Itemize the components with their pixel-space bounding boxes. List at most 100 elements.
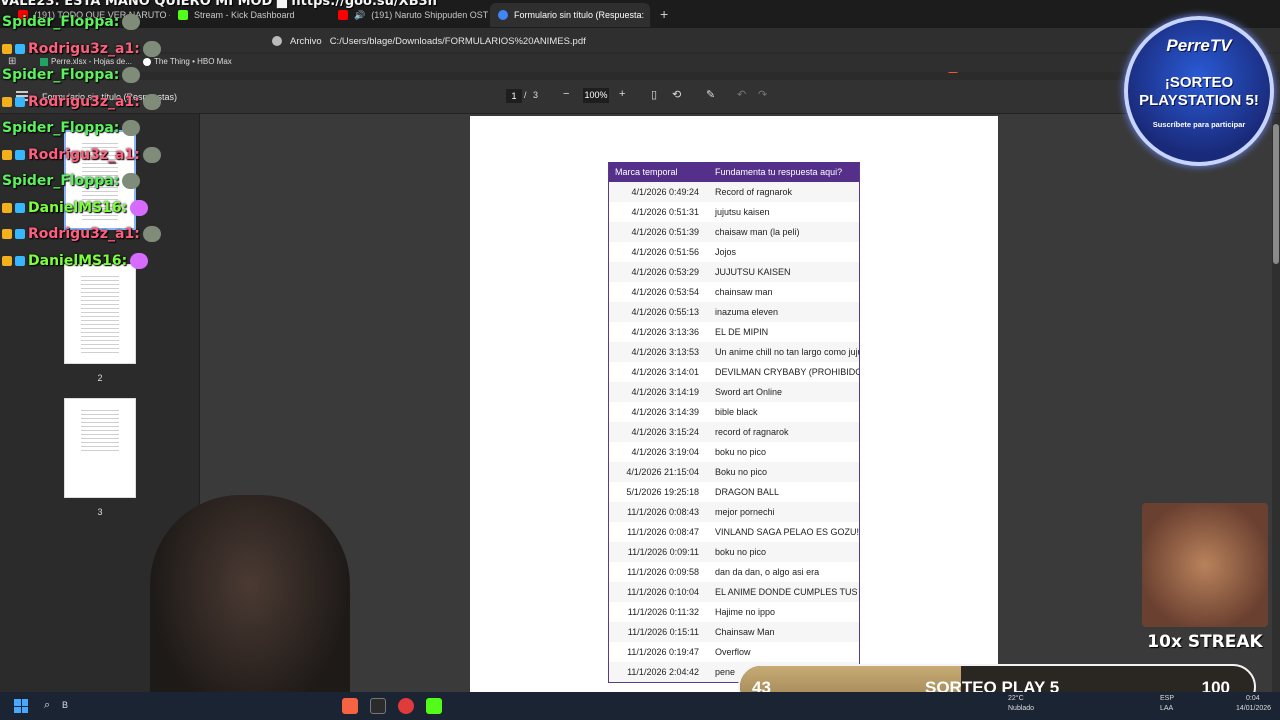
chat-message: Spider_Floppa:: [2, 14, 141, 30]
pdf-viewport[interactable]: Marca temporal Fundamenta tu respuesta a…: [200, 114, 1272, 720]
chat-username[interactable]: Rodrigu3z_a1:: [28, 94, 140, 110]
bookmark-hbo-max[interactable]: The Thing • HBO Max: [143, 57, 232, 66]
info-icon[interactable]: [272, 36, 282, 46]
pdf-page: Marca temporal Fundamenta tu respuesta a…: [470, 116, 998, 720]
timestamp-cell: 4/1/2026 3:14:39: [631, 407, 699, 417]
search-icon[interactable]: ⌕: [44, 699, 50, 712]
page-total: 3: [533, 90, 539, 100]
answer-cell: chaisaw man (la peli): [715, 227, 800, 237]
answer-cell: Record of ragnarok: [715, 187, 793, 197]
windows-start-icon[interactable]: [14, 699, 28, 713]
table-row: 5/1/2026 19:25:18 DRAGON BALL: [609, 482, 859, 502]
page-thumbnail-3[interactable]: [64, 398, 136, 498]
zoom-out-icon[interactable]: −: [563, 88, 569, 100]
chat-message: Rodrigu3z_a1:: [2, 226, 161, 242]
table-row: 11/1/2026 0:08:43 mejor pornechi: [609, 502, 859, 522]
new-tab-icon[interactable]: +: [660, 6, 668, 22]
timestamp-cell: 5/1/2026 19:25:18: [626, 487, 699, 497]
bookmark-perre-xlsx[interactable]: Perre.xlsx - Hojas de...: [40, 57, 132, 66]
page-number-input[interactable]: 1: [506, 89, 522, 103]
timestamp-cell: 4/1/2026 3:13:53: [631, 347, 699, 357]
apps-grid-icon[interactable]: ⊞: [8, 56, 16, 67]
scrollbar[interactable]: [1272, 114, 1280, 720]
bookmark-label: The Thing • HBO Max: [154, 57, 232, 66]
page-thumbnail-2[interactable]: [64, 264, 136, 364]
brave-icon[interactable]: [342, 698, 358, 714]
table-row: 4/1/2026 21:15:04 Boku no pico: [609, 462, 859, 482]
column-header: Fundamenta tu respuesta aqui?: [715, 167, 843, 177]
promo-title-line: ¡SORTEO: [1164, 74, 1234, 91]
table-row: 4/1/2026 3:14:19 Sword art Online: [609, 382, 859, 402]
bookmark-label: Perre.xlsx - Hojas de...: [51, 57, 132, 66]
emote-icon: [122, 173, 141, 189]
timestamp-cell: 4/1/2026 0:51:56: [631, 247, 699, 257]
promo-title-line: PLAYSTATION 5!: [1139, 92, 1259, 109]
address-bar[interactable]: Archivo C:/Users/blage/Downloads/FORMULA…: [272, 32, 586, 50]
chat-username[interactable]: Spider_Floppa:: [2, 173, 119, 189]
kick-app-icon[interactable]: [426, 698, 442, 714]
tab-label: Stream - Kick Dashboard: [194, 10, 295, 20]
address-url[interactable]: C:/Users/blage/Downloads/FORMULARIOS%20A…: [330, 36, 586, 47]
emote-icon: [122, 120, 141, 136]
rotate-icon[interactable]: ⟲: [672, 88, 681, 101]
table-row: 4/1/2026 0:51:39 chaisaw man (la peli): [609, 222, 859, 242]
subscriber-badge-icon: [15, 96, 25, 107]
obs-icon[interactable]: [398, 698, 414, 714]
undo-icon[interactable]: ↶: [737, 88, 746, 101]
chat-username[interactable]: Rodrigu3z_a1:: [28, 147, 140, 163]
table-row: 4/1/2026 0:51:56 Jojos: [609, 242, 859, 262]
timestamp-cell: 11/1/2026 0:11:32: [627, 607, 699, 617]
answer-cell: inazuma eleven: [715, 307, 779, 317]
table-row: 4/1/2026 0:49:24 Record of ragnarok: [609, 182, 859, 202]
zoom-in-icon[interactable]: +: [619, 88, 625, 100]
table-body: 4/1/2026 0:49:24 Record of ragnarok 4/1/20…: [609, 182, 859, 682]
timestamp-cell: 4/1/2026 3:19:04: [631, 447, 699, 457]
keyboard-layout[interactable]: LAA: [1160, 705, 1173, 712]
timestamp-cell: 11/1/2026 0:09:11: [627, 547, 699, 557]
address-bar-row: ⎍ Archivo C:/Users/blage/Downloads/FORMU…: [0, 28, 1280, 75]
clock-time[interactable]: 0:04: [1246, 695, 1260, 702]
chat-username[interactable]: DanielMS16:: [28, 200, 127, 216]
subscriber-badge-icon: [15, 229, 25, 239]
table-row: 11/1/2026 0:09:58 dan da dan, o algo asi …: [609, 562, 859, 582]
answer-cell: chainsaw man: [715, 287, 773, 297]
sheets-icon: [40, 57, 48, 66]
table-row: 11/1/2026 0:10:04 EL ANIME DONDE CUMPLES …: [609, 582, 859, 602]
hbo-icon: [143, 57, 151, 66]
table-row: 11/1/2026 0:15:11 Chainsaw Man: [609, 622, 859, 642]
annotate-icon[interactable]: ✎: [706, 88, 715, 101]
thumbnail-label: 2: [97, 373, 103, 383]
chat-username[interactable]: DanielMS16:: [28, 253, 127, 269]
answer-cell: JUJUTSU KAISEN: [715, 267, 791, 277]
crown-badge-icon: [2, 202, 12, 213]
tab-formulario-pdf[interactable]: Formulario sin título (Respuesta: ×: [490, 3, 650, 27]
fit-page-icon[interactable]: ▯: [651, 88, 657, 101]
column-header: Marca temporal: [615, 167, 678, 177]
language-indicator[interactable]: ESP: [1160, 695, 1174, 702]
chat-username[interactable]: Spider_Floppa:: [2, 67, 119, 83]
terminal-icon[interactable]: [370, 698, 386, 714]
speaker-icon: 🔊: [354, 9, 366, 20]
chat-username[interactable]: Spider_Floppa:: [2, 14, 119, 30]
answer-cell: bible black: [715, 407, 758, 417]
answer-cell: dan da dan, o algo asi era: [715, 567, 820, 577]
answer-cell: boku no pico: [715, 547, 767, 557]
screen: (191) TODO QUE VER NARUTO - You Stream -…: [0, 0, 1280, 720]
answer-cell: mejor pornechi: [715, 507, 775, 517]
chat-username[interactable]: Rodrigu3z_a1:: [28, 41, 140, 57]
redo-icon[interactable]: ↷: [758, 88, 767, 101]
chat-username[interactable]: Spider_Floppa:: [2, 120, 119, 136]
table-header: Marca temporal Fundamenta tu respuesta a…: [609, 162, 859, 182]
answer-cell: VINLAND SAGA PELAO ES GOZU!!!!!!!: [715, 527, 859, 537]
zoom-level-input[interactable]: 100%: [583, 88, 609, 103]
clock-date[interactable]: 14/01/2026: [1236, 705, 1271, 712]
chat-username[interactable]: Rodrigu3z_a1:: [28, 226, 140, 242]
timestamp-cell: 11/1/2026 0:10:04: [627, 587, 699, 597]
emote-icon: [130, 252, 149, 269]
chat-message: Spider_Floppa:: [2, 173, 141, 189]
promo-brand: PerreTV: [1166, 36, 1232, 55]
taskbar-search[interactable]: B: [62, 700, 68, 710]
table-row: 11/1/2026 0:11:32 Hajime no ippo: [609, 602, 859, 622]
table-row: 4/1/2026 3:14:01 DEVILMAN CRYBABY (PROHIB…: [609, 362, 859, 382]
reaction-cam: [1142, 503, 1268, 627]
